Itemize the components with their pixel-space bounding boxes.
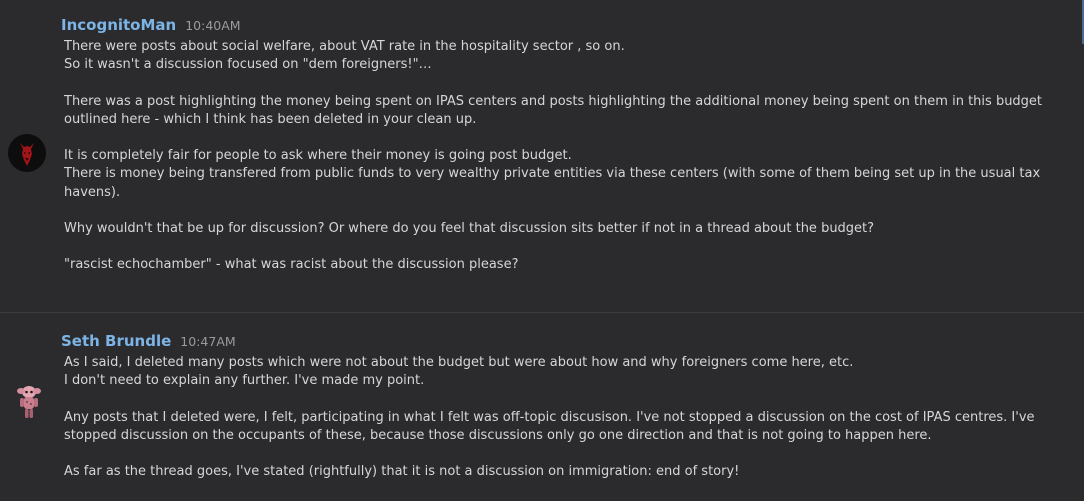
avatar[interactable] bbox=[8, 134, 46, 172]
timestamp: 10:47AM bbox=[180, 334, 236, 349]
chat-message: IncognitoMan 10:40AM There were posts ab… bbox=[0, 0, 1084, 312]
message-paragraph: There were posts about social welfare, a… bbox=[64, 39, 625, 73]
author-name[interactable]: IncognitoMan bbox=[61, 16, 176, 34]
message-paragraph: As far as the thread goes, I've stated (… bbox=[64, 464, 740, 480]
devil-mask-icon bbox=[8, 134, 46, 172]
message-paragraph: There was a post highlighting the money … bbox=[64, 93, 1043, 127]
message-paragraph: As I said, I deleted many posts which we… bbox=[64, 355, 854, 389]
message-header: Seth Brundle 10:47AM bbox=[61, 332, 1084, 354]
message-paragraph: "rascist echochamber" - what was racist … bbox=[64, 257, 519, 273]
message-paragraph: Why wouldn't that be up for discussion? … bbox=[64, 220, 875, 236]
pink-creature-icon bbox=[17, 386, 41, 418]
chat-message: Seth Brundle 10:47AM As I said, I delete… bbox=[0, 312, 1084, 501]
timestamp: 10:40AM bbox=[185, 18, 241, 33]
avatar[interactable] bbox=[10, 383, 48, 421]
message-body: As I said, I deleted many posts which we… bbox=[64, 354, 1064, 481]
message-paragraph: It is completely fair for people to ask … bbox=[64, 148, 1041, 200]
message-paragraph: Any posts that I deleted were, I felt, p… bbox=[64, 409, 1035, 443]
message-header: IncognitoMan 10:40AM bbox=[61, 16, 1084, 38]
message-body: There were posts about social welfare, a… bbox=[64, 38, 1064, 275]
author-name[interactable]: Seth Brundle bbox=[61, 332, 171, 350]
